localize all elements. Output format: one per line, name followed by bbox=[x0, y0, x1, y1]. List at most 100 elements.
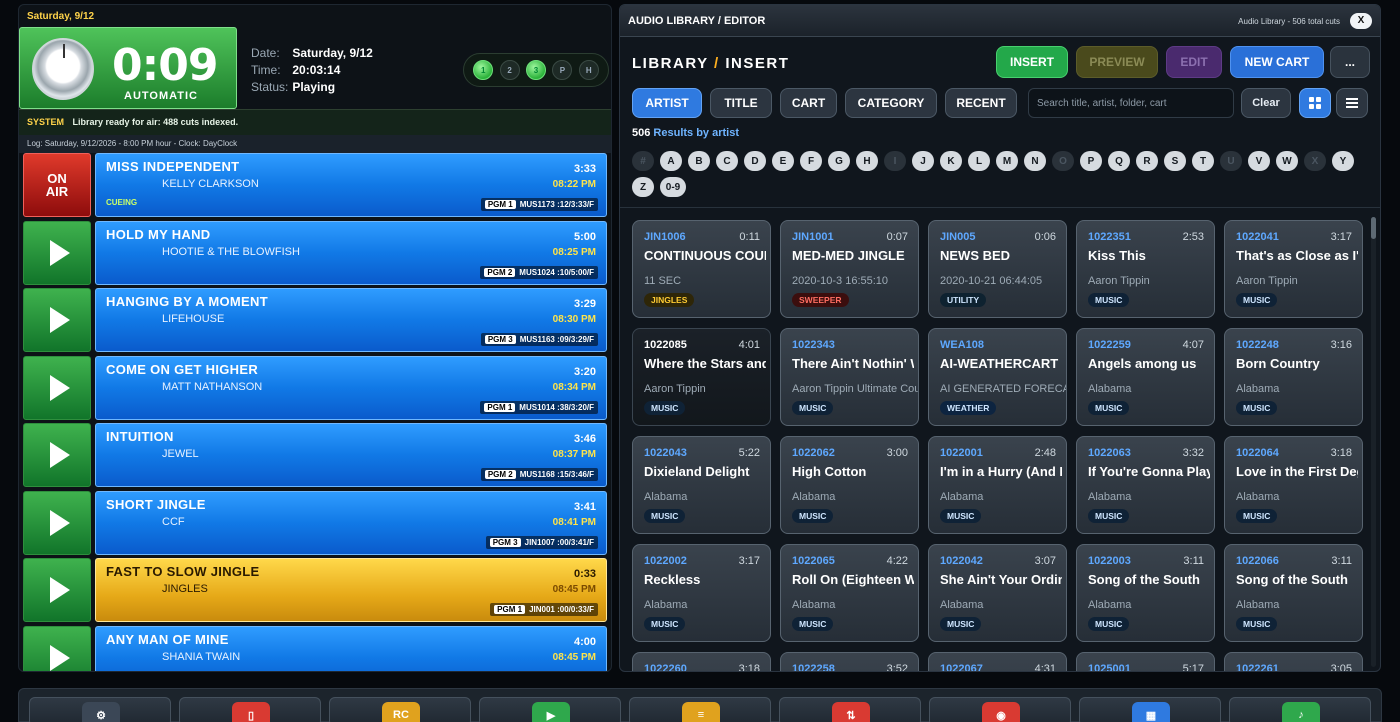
pgm-light-3[interactable]: 3 bbox=[525, 60, 546, 80]
log-entry-card[interactable]: FAST TO SLOW JINGLE JINGLES 0:33 08:45 PM PG… bbox=[95, 558, 607, 622]
log-artist: CCF bbox=[162, 515, 185, 528]
library-card[interactable]: JIN1006 0:11 CONTINUOUS COUNTRY 11 SEC JINGL… bbox=[632, 220, 771, 318]
letter-filter-t[interactable]: T bbox=[1192, 151, 1214, 171]
clear-button[interactable]: Clear bbox=[1241, 88, 1291, 118]
new-cart-button[interactable]: NEW CART bbox=[1230, 46, 1324, 78]
library-card[interactable]: 1022260 3:18 bbox=[632, 652, 771, 671]
letter-filter-h[interactable]: H bbox=[856, 151, 878, 171]
edit-button[interactable]: EDIT bbox=[1166, 46, 1222, 78]
library-card[interactable]: 1022001 2:48 I'm in a Hurry (And Don't Kno… bbox=[928, 436, 1067, 534]
library-card[interactable]: 1022067 4:31 bbox=[928, 652, 1067, 671]
pgm-light-2[interactable]: 2 bbox=[499, 60, 520, 80]
cart-id: 1022063 bbox=[1088, 447, 1131, 459]
log-entry-card[interactable]: HOLD MY HAND HOOTIE & THE BLOWFISH 5:00 08:… bbox=[95, 220, 607, 285]
letter-filter-p[interactable]: P bbox=[1080, 151, 1102, 171]
log-entry-card[interactable]: COME ON GET HIGHER MATT NATHANSON 3:20 08:3… bbox=[95, 355, 607, 420]
tab-artist[interactable]: ARTIST bbox=[632, 88, 702, 118]
library-card[interactable]: JIN005 0:06 NEWS BED 2020-10-21 06:44:05 UTI… bbox=[928, 220, 1067, 318]
letter-filter-q[interactable]: Q bbox=[1108, 151, 1130, 171]
grid-view-button[interactable] bbox=[1299, 88, 1331, 118]
letter-filter-r[interactable]: R bbox=[1136, 151, 1158, 171]
log-cart-code: PGM 3 MUS1163 :09/3:29/F bbox=[480, 333, 598, 346]
letter-filter-w[interactable]: W bbox=[1276, 151, 1298, 171]
time-value: 20:03:14 bbox=[292, 63, 341, 77]
library-card[interactable]: 1022065 4:22 Roll On (Eighteen Wheeler) Ala… bbox=[780, 544, 919, 642]
library-card[interactable]: 1022042 3:07 She Ain't Your Ordinary Girl A… bbox=[928, 544, 1067, 642]
log-entry-card[interactable]: INTUITION JEWEL 3:46 08:37 PM PGM 2 MUS1168 :… bbox=[95, 423, 607, 487]
play-button[interactable] bbox=[23, 355, 91, 420]
letter-filter-v[interactable]: V bbox=[1248, 151, 1270, 171]
pgm-light-p[interactable]: P bbox=[552, 60, 573, 80]
letter-filter-d[interactable]: D bbox=[744, 151, 766, 171]
library-card[interactable]: 1022003 3:11 Song of the South Alabama MUSIC bbox=[1076, 544, 1215, 642]
log-entry-card[interactable]: HANGING BY A MOMENT LIFEHOUSE 3:29 08:30 PM… bbox=[95, 288, 607, 352]
library-card[interactable]: 1022343 There Ain't Nothin' Wrong With Ra… bbox=[780, 328, 919, 426]
library-card[interactable]: 1022261 3:05 bbox=[1224, 652, 1363, 671]
letter-filter-g[interactable]: G bbox=[828, 151, 850, 171]
category-badge: MUSIC bbox=[1236, 293, 1278, 307]
pgm-light-1[interactable]: 1 bbox=[473, 60, 494, 80]
letter-filter-k[interactable]: K bbox=[940, 151, 962, 171]
letter-filter-c[interactable]: C bbox=[716, 151, 738, 171]
letter-filter-f[interactable]: F bbox=[800, 151, 822, 171]
letter-filter-z[interactable]: Z bbox=[632, 177, 654, 197]
rc-button[interactable]: RC bbox=[329, 697, 471, 722]
tab-recent[interactable]: RECENT bbox=[945, 88, 1017, 118]
library-card[interactable]: 1022043 5:22 Dixieland Delight Alabama MUSIC bbox=[632, 436, 771, 534]
notes-button[interactable]: ≡ bbox=[629, 697, 771, 722]
letter-filter-e[interactable]: E bbox=[772, 151, 794, 171]
sort-button[interactable]: ⇅ bbox=[779, 697, 921, 722]
record-button[interactable]: ◉ bbox=[929, 697, 1071, 722]
letter-filter-l[interactable]: L bbox=[968, 151, 990, 171]
play-button[interactable] bbox=[23, 490, 91, 555]
pgm-light-h[interactable]: H bbox=[578, 60, 599, 80]
music-button[interactable]: ♪ bbox=[1229, 697, 1371, 722]
library-card[interactable]: 1022248 3:16 Born Country Alabama MUSIC bbox=[1224, 328, 1363, 426]
play-button[interactable] bbox=[23, 220, 91, 285]
play-button[interactable] bbox=[23, 558, 91, 622]
library-card[interactable]: 1022062 3:00 High Cotton Alabama MUSIC bbox=[780, 436, 919, 534]
close-button[interactable]: X bbox=[1350, 13, 1372, 29]
tab-cart[interactable]: CART bbox=[780, 88, 837, 118]
preview-button[interactable]: PREVIEW bbox=[1076, 46, 1158, 78]
log-entry-card[interactable]: ANY MAN OF MINE SHANIA TWAIN 4:00 08:45 PM bbox=[95, 625, 607, 671]
library-card[interactable]: 1022002 3:17 Reckless Alabama MUSIC bbox=[632, 544, 771, 642]
library-card[interactable]: 1022351 2:53 Kiss This Aaron Tippin MUSIC bbox=[1076, 220, 1215, 318]
library-card[interactable]: 1025001 5:17 bbox=[1076, 652, 1215, 671]
letter-filter-j[interactable]: J bbox=[912, 151, 934, 171]
device-button[interactable]: ▯ bbox=[179, 697, 321, 722]
letter-filter-a[interactable]: A bbox=[660, 151, 682, 171]
letter-filter-s[interactable]: S bbox=[1164, 151, 1186, 171]
settings-button[interactable]: ⚙ bbox=[29, 697, 171, 722]
play-button[interactable]: ▶ bbox=[479, 697, 621, 722]
library-card[interactable]: JIN1001 0:07 MED-MED JINGLE 2020-10-3 16:55… bbox=[780, 220, 919, 318]
log-scheduled-time: 08:45 PM bbox=[552, 651, 596, 663]
letter-filter-y[interactable]: Y bbox=[1332, 151, 1354, 171]
library-card[interactable]: 1022064 3:18 Love in the First Degree Alaba… bbox=[1224, 436, 1363, 534]
letter-filter-0-9[interactable]: 0-9 bbox=[660, 177, 686, 197]
library-card[interactable]: 1022066 3:11 Song of the South Alabama MUSIC bbox=[1224, 544, 1363, 642]
library-card[interactable]: 1022258 3:52 bbox=[780, 652, 919, 671]
letter-filter-n[interactable]: N bbox=[1024, 151, 1046, 171]
letter-filter-m[interactable]: M bbox=[996, 151, 1018, 171]
library-card[interactable]: WEA108 AI-WEATHERCART AI GENERATED FORECAS… bbox=[928, 328, 1067, 426]
list-view-button[interactable] bbox=[1336, 88, 1368, 118]
more-options-button[interactable]: ... bbox=[1330, 46, 1370, 78]
tab-title[interactable]: TITLE bbox=[710, 88, 772, 118]
library-card[interactable]: 1022259 4:07 Angels among us Alabama MUSIC bbox=[1076, 328, 1215, 426]
log-entry-card[interactable]: MISS INDEPENDENT KELLY CLARKSON CUEING 3:33… bbox=[95, 153, 607, 217]
play-button[interactable] bbox=[23, 288, 91, 352]
insert-button[interactable]: INSERT bbox=[996, 46, 1068, 78]
library-card[interactable]: 1022063 3:32 If You're Gonna Play in Texas… bbox=[1076, 436, 1215, 534]
tab-category[interactable]: CATEGORY bbox=[845, 88, 937, 118]
grid-button[interactable]: ▦ bbox=[1079, 697, 1221, 722]
on-air-button[interactable]: ON AIR bbox=[23, 153, 91, 217]
play-button[interactable] bbox=[23, 625, 91, 671]
library-scrollbar[interactable] bbox=[1371, 217, 1376, 667]
letter-filter-b[interactable]: B bbox=[688, 151, 710, 171]
log-entry-card[interactable]: SHORT JINGLE CCF 3:41 08:41 PM PGM 3 JIN1007 … bbox=[95, 490, 607, 555]
search-input[interactable] bbox=[1028, 88, 1234, 118]
library-card[interactable]: 1022041 3:17 That's as Close as I'll Get t… bbox=[1224, 220, 1363, 318]
library-card[interactable]: 1022085 4:01 Where the Stars and Stripes Aa… bbox=[632, 328, 771, 426]
play-button[interactable] bbox=[23, 423, 91, 487]
